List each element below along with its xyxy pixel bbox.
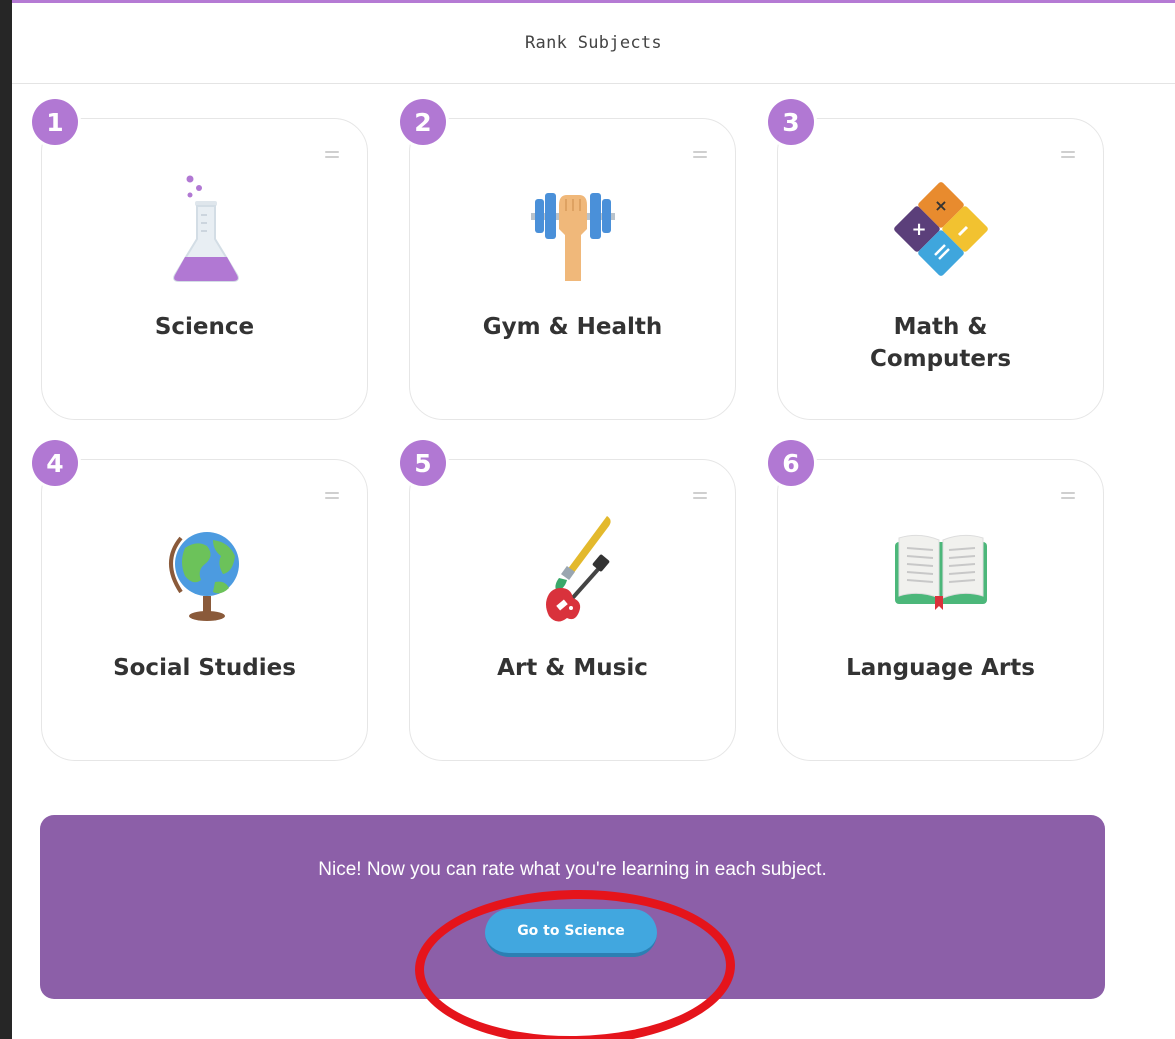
calculator-diamond-icon: × +: [893, 182, 988, 276]
drag-handle-icon[interactable]: [325, 492, 339, 499]
svg-text:×: ×: [934, 196, 947, 215]
open-book-icon: [894, 534, 987, 610]
globe-icon: [168, 532, 239, 621]
subject-label: Gym & Health: [482, 314, 663, 340]
rank-badge: 4: [32, 440, 78, 486]
flask-icon: [172, 175, 239, 282]
paintbrush-guitar-icon: [545, 516, 611, 622]
subject-label: Math & Computers: [869, 314, 1012, 372]
banner-message: Nice! Now you can rate what you're learn…: [318, 859, 827, 880]
left-edge: [0, 0, 12, 1039]
subject-label: Social Studies: [113, 655, 296, 681]
rank-badge: 5: [400, 440, 446, 486]
drag-handle-icon[interactable]: [325, 151, 339, 158]
drag-handle-icon[interactable]: [1061, 151, 1075, 158]
rank-badge: 6: [768, 440, 814, 486]
rank-badge: 3: [768, 99, 814, 145]
svg-text:+: +: [911, 219, 926, 240]
subject-card-language-arts[interactable]: 6 Language Arts: [768, 440, 1104, 761]
subject-card-gym-health[interactable]: 2 Gym & Health: [400, 99, 736, 420]
drag-handle-icon[interactable]: [1061, 492, 1075, 499]
subject-card-art-music[interactable]: 5 Art & Music: [400, 440, 736, 761]
app-window: Rank Subjects 1 Science 2 Gym & Health 3…: [12, 0, 1175, 1039]
subject-label: Science: [154, 314, 255, 340]
dumbbell-icon: [530, 193, 615, 281]
page-header: Rank Subjects: [12, 3, 1175, 84]
subject-card-science[interactable]: 1 Science: [32, 99, 368, 420]
subject-label: Language Arts: [846, 655, 1035, 681]
subject-card-math-computers[interactable]: 3 × + Math & Computers: [768, 99, 1104, 420]
rank-badge: 2: [400, 99, 446, 145]
subject-label: Art & Music: [497, 655, 648, 681]
subject-card-social-studies[interactable]: 4 Social Studies: [32, 440, 368, 761]
drag-handle-icon[interactable]: [693, 492, 707, 499]
drag-handle-icon[interactable]: [693, 151, 707, 158]
page-title: Rank Subjects: [525, 33, 662, 53]
rank-badge: 1: [32, 99, 78, 145]
